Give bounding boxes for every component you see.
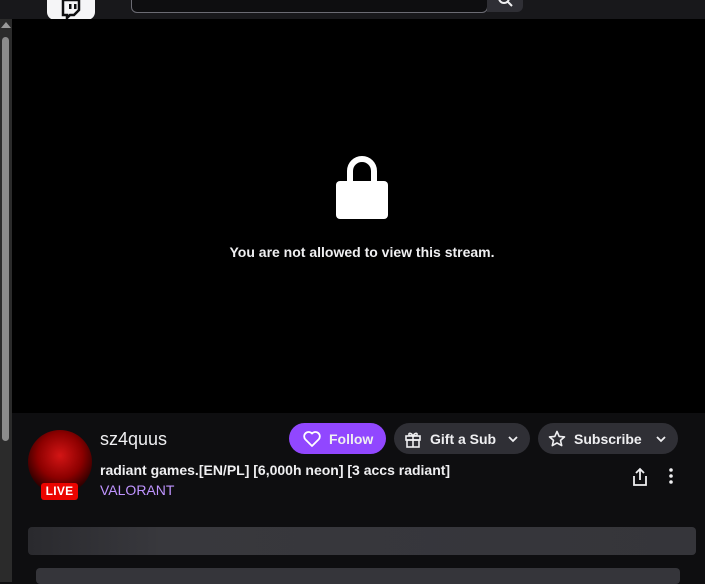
search-input[interactable] xyxy=(131,0,488,13)
lock-icon xyxy=(336,156,388,219)
subscribe-button[interactable]: Subscribe xyxy=(538,423,678,454)
subscribe-label: Subscribe xyxy=(574,430,642,447)
game-category-link[interactable]: VALORANT xyxy=(100,482,174,498)
site-logo[interactable] xyxy=(47,0,95,22)
follow-label: Follow xyxy=(329,430,374,447)
gift-a-sub-button[interactable]: Gift a Sub xyxy=(394,423,530,454)
heart-icon xyxy=(303,430,321,447)
scrollbar-thumb[interactable] xyxy=(2,37,9,441)
more-options-icon[interactable] xyxy=(667,467,675,487)
stream-title: radiant games.[EN/PL] [6,000h neon] [3 a… xyxy=(100,462,451,478)
follow-button[interactable]: Follow xyxy=(289,423,386,454)
video-player[interactable]: You are not allowed to view this stream. xyxy=(12,19,705,413)
chevron-down-icon xyxy=(656,435,666,442)
channel-name[interactable]: sz4quus xyxy=(100,429,167,450)
gift-a-sub-label: Gift a Sub xyxy=(430,430,497,447)
search-button[interactable] xyxy=(487,0,523,12)
chevron-down-icon xyxy=(508,435,518,442)
star-icon xyxy=(548,430,566,446)
channel-info-panel: LIVE sz4quus radiant games.[EN/PL] [6,00… xyxy=(12,413,705,584)
scroll-up-arrow-icon[interactable] xyxy=(1,22,11,28)
live-badge: LIVE xyxy=(41,483,78,500)
share-icon[interactable] xyxy=(631,467,649,487)
top-nav-bar xyxy=(0,0,705,22)
gift-icon xyxy=(405,432,421,448)
stream-blocked-message: You are not allowed to view this stream. xyxy=(229,244,495,260)
search-icon xyxy=(498,0,513,7)
logo-icon xyxy=(61,0,81,22)
loading-placeholder xyxy=(28,527,696,555)
